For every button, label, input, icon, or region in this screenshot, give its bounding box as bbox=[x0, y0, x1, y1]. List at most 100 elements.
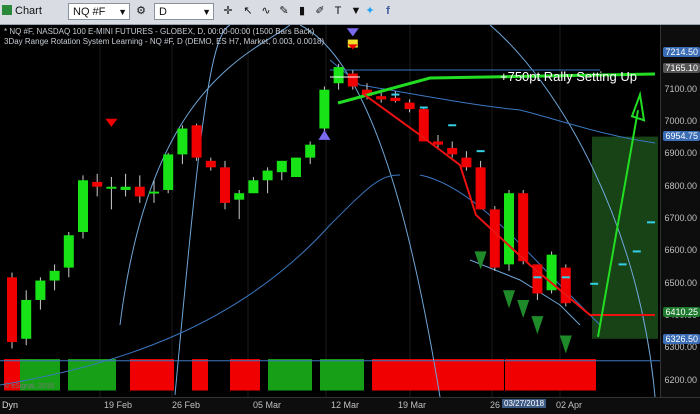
twitter-icon[interactable]: ✦ bbox=[362, 3, 378, 20]
interval-select[interactable]: D ▼ bbox=[154, 3, 214, 20]
symbol-input[interactable]: NQ #F ▼ bbox=[68, 3, 130, 20]
candle-body bbox=[347, 73, 358, 87]
candle-body bbox=[291, 157, 301, 178]
chart-header-symbol: * NQ #F, NASDAQ 100 E-MINI FUTURES - GLO… bbox=[4, 27, 315, 36]
price-tag: 6410.25 bbox=[663, 306, 700, 317]
top-marker bbox=[346, 28, 359, 37]
volume-bar bbox=[230, 359, 260, 391]
cursor-icon[interactable]: ↖ bbox=[240, 3, 256, 20]
volume-bar bbox=[192, 359, 208, 391]
x-tick-label: 02 Apr bbox=[556, 400, 583, 410]
candle-body bbox=[35, 280, 46, 300]
price-tag: 6954.75 bbox=[663, 130, 700, 141]
sell-marker bbox=[105, 118, 118, 127]
x-tick-label: 05 Mar bbox=[253, 400, 282, 410]
candle-body bbox=[504, 193, 514, 265]
draw-tool-icon[interactable]: ✐ bbox=[312, 3, 328, 20]
candle-body bbox=[134, 186, 145, 197]
candle-body bbox=[21, 299, 32, 339]
up-marker bbox=[503, 290, 515, 309]
volume-bar bbox=[372, 359, 432, 391]
chart-icon bbox=[2, 5, 12, 15]
y-tick-label: 6300.00 bbox=[664, 342, 697, 353]
chart-header-study: 3Day Range Rotation System Learning - NQ… bbox=[4, 37, 325, 46]
candle-body bbox=[518, 193, 529, 262]
y-tick-label: 6900.00 bbox=[664, 148, 697, 159]
target-zone bbox=[592, 136, 658, 339]
candle-body bbox=[149, 191, 159, 194]
candle-body bbox=[404, 102, 415, 110]
candle-body bbox=[92, 181, 103, 187]
candle-body bbox=[376, 96, 387, 100]
y-tick-label: 7000.00 bbox=[664, 116, 697, 127]
price-axis[interactable]: 7100.00 7000.00 6900.00 6800.00 6700.00 6600.… bbox=[660, 25, 700, 397]
x-tick-label: 12 Mar bbox=[331, 400, 360, 410]
up-marker bbox=[559, 335, 572, 354]
volume-bar bbox=[130, 359, 174, 391]
volume-bar bbox=[268, 359, 312, 391]
x-highlight-date: 03/27/2018 bbox=[502, 399, 547, 408]
price-tag: 7165.10 bbox=[663, 62, 700, 73]
y-tick-label: 6500.00 bbox=[664, 277, 697, 288]
x-tick-label: 26 bbox=[490, 400, 501, 410]
candle-body bbox=[433, 141, 443, 145]
candle-body bbox=[461, 157, 472, 168]
up-marker bbox=[474, 251, 487, 270]
volume-bar bbox=[480, 359, 504, 391]
candle-body bbox=[447, 147, 458, 155]
candle-body bbox=[205, 160, 216, 168]
x-tick-label: 26 Feb bbox=[172, 400, 201, 410]
candle-body bbox=[390, 97, 401, 102]
x-tick-label: 19 Mar bbox=[398, 400, 427, 410]
candle-body bbox=[106, 186, 117, 189]
price-tag: 6326.50 bbox=[663, 333, 700, 344]
band-line bbox=[0, 174, 401, 386]
candle-body bbox=[489, 209, 500, 268]
candle-body bbox=[49, 270, 60, 281]
drawing-icon[interactable]: ✎ bbox=[276, 3, 292, 20]
gear-icon[interactable]: ⚙ bbox=[134, 3, 148, 20]
text-icon[interactable]: T bbox=[330, 3, 346, 20]
y-tick-label: 7100.00 bbox=[664, 83, 697, 94]
candle-body bbox=[305, 144, 316, 158]
copyright: © eSignal, 2018 bbox=[4, 383, 54, 390]
candle-body bbox=[418, 109, 429, 142]
chevron-down-icon: ▼ bbox=[202, 7, 211, 17]
candle-body bbox=[177, 128, 188, 155]
candle-body bbox=[7, 277, 17, 343]
chart-menu[interactable]: Chart bbox=[2, 3, 44, 20]
band-curve bbox=[174, 25, 231, 396]
line-icon[interactable]: ∿ bbox=[258, 3, 274, 20]
buy-marker bbox=[318, 130, 331, 140]
candle-body bbox=[333, 67, 344, 84]
volume-bar bbox=[572, 359, 596, 391]
candle-body bbox=[78, 180, 88, 233]
volume-bar bbox=[430, 359, 480, 391]
facebook-icon[interactable]: f bbox=[380, 3, 396, 20]
volume-bar bbox=[320, 359, 364, 391]
rally-annotation: +750pt Rally Setting Up bbox=[500, 69, 637, 84]
price-tag: 7214.50 bbox=[663, 46, 700, 57]
y-tick-label: 6600.00 bbox=[664, 245, 697, 256]
candle-body bbox=[163, 154, 174, 190]
candle-body bbox=[220, 167, 230, 203]
crosshair-icon[interactable]: ✛ bbox=[220, 3, 236, 20]
candle-body bbox=[262, 170, 273, 181]
candle-body bbox=[120, 186, 131, 190]
candle-body bbox=[191, 125, 202, 158]
symbol-value: NQ #F bbox=[73, 6, 106, 18]
candle-body bbox=[276, 160, 287, 173]
y-tick-label: 6800.00 bbox=[664, 180, 697, 191]
candle-body bbox=[234, 193, 245, 200]
dyn-label[interactable]: Dyn bbox=[2, 400, 18, 410]
interval-value: D bbox=[159, 6, 167, 18]
toolbar: Chart NQ #F ▼ ⚙ D ▼ ✛ ↖ ∿ ✎ ▮ ✐ T ▼ ✦ f bbox=[0, 0, 700, 25]
candle-body bbox=[248, 180, 259, 194]
x-tick-label: 19 Feb bbox=[104, 400, 133, 410]
bar-icon[interactable]: ▮ bbox=[294, 3, 310, 20]
projection-arrowhead bbox=[630, 90, 646, 122]
chevron-down-icon: ▼ bbox=[118, 7, 127, 17]
time-axis[interactable]: Dyn 19 Feb 26 Feb 05 Mar 12 Mar 19 Mar 26 02 A… bbox=[0, 397, 700, 414]
chart-label: Chart bbox=[15, 5, 42, 17]
y-tick-label: 6200.00 bbox=[664, 374, 697, 385]
